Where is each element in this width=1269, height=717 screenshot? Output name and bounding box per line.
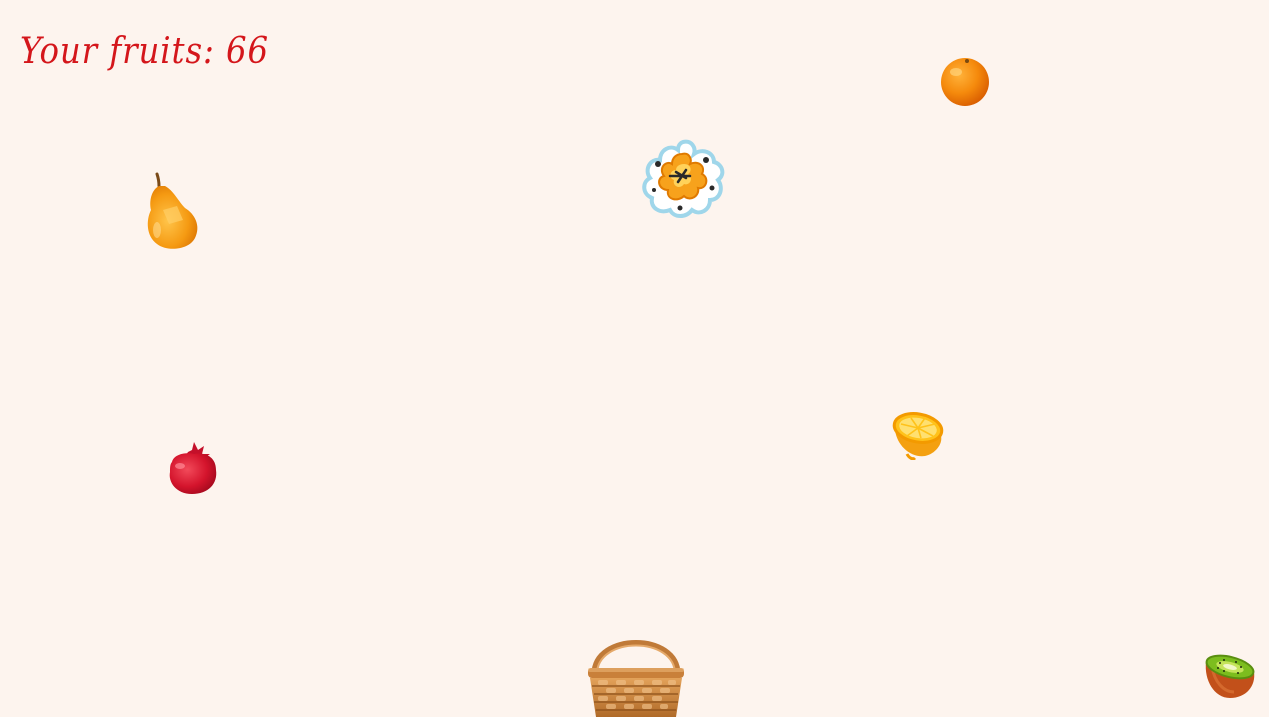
score-value: 66 [226,31,270,72]
basket-icon[interactable] [584,612,688,717]
pear-icon [143,172,201,252]
lemon-half-icon [891,410,945,460]
kiwi-half-icon [1202,652,1258,702]
orange-icon [939,55,991,107]
pomegranate-icon [164,440,220,496]
explosion-icon [640,138,726,220]
score-counter: Your fruits: 66 [20,34,269,70]
score-label: Your fruits: [20,31,215,72]
game-canvas[interactable]: Your fruits: 66 [0,0,1269,717]
